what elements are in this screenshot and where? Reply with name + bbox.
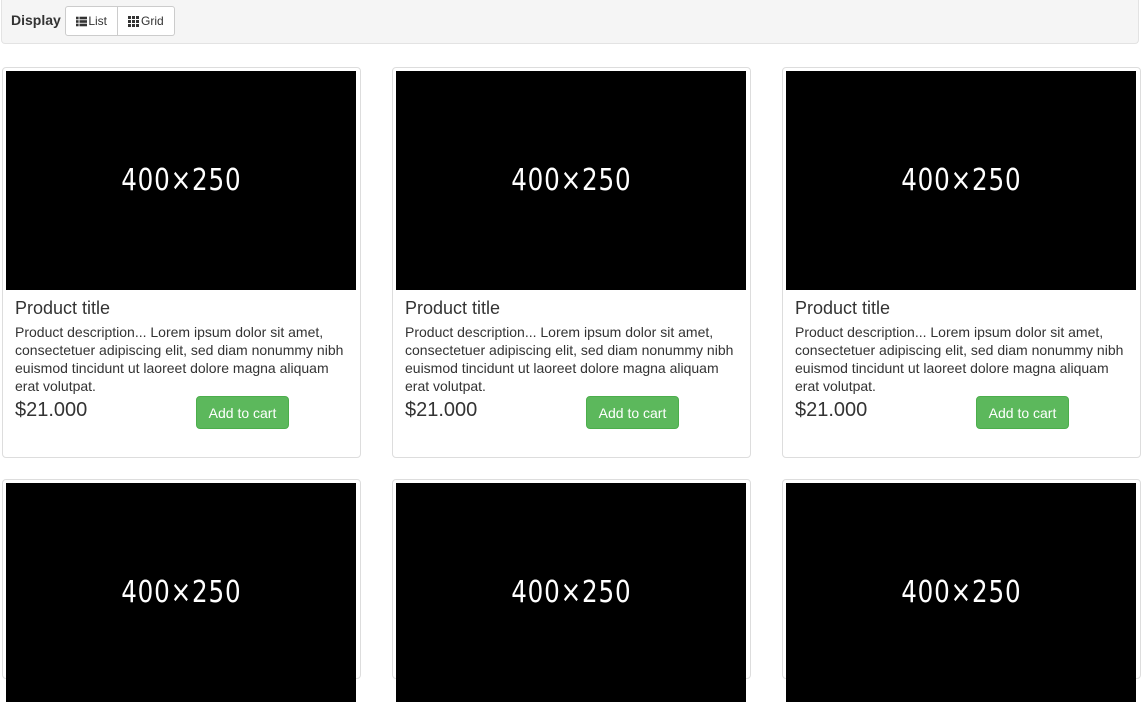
image-placeholder-text: 400×250 [120, 163, 242, 198]
grid-view-label: Grid [141, 14, 164, 28]
product-card: 400×250 Product title Product descriptio… [2, 67, 361, 458]
image-placeholder-text: 400×250 [510, 163, 632, 198]
product-image[interactable]: 400×250 [396, 483, 746, 702]
product-image[interactable]: 400×250 [786, 483, 1136, 702]
product-card: 400×250 Product title Product descriptio… [782, 67, 1141, 458]
add-to-cart-button[interactable]: Add to cart [586, 396, 679, 429]
product-card: 400×250 Product title Product descriptio… [392, 67, 751, 458]
list-icon [76, 16, 88, 26]
view-toggle-group: List Grid [65, 6, 175, 36]
product-description: Product description... Lorem ipsum dolor… [795, 324, 1124, 394]
product-card: 400×250 [782, 479, 1141, 702]
product-price: $21.000 [795, 399, 868, 421]
product-image[interactable]: 400×250 [6, 71, 356, 290]
list-view-label: List [88, 14, 107, 28]
add-to-cart-button[interactable]: Add to cart [196, 396, 289, 429]
display-toolbar: Display List Grid [1, 0, 1139, 44]
product-price: $21.000 [405, 399, 478, 421]
product-description: Product description... Lorem ipsum dolor… [15, 324, 344, 394]
image-placeholder-text: 400×250 [900, 575, 1022, 610]
product-image[interactable]: 400×250 [6, 483, 356, 702]
display-label: Display [11, 12, 61, 28]
image-placeholder-text: 400×250 [510, 575, 632, 610]
product-image[interactable]: 400×250 [786, 71, 1136, 290]
image-placeholder-text: 400×250 [120, 575, 242, 610]
product-card: 400×250 [392, 479, 751, 702]
image-placeholder-text: 400×250 [900, 163, 1022, 198]
grid-icon [128, 15, 139, 27]
grid-view-button[interactable]: Grid [118, 6, 175, 36]
product-price: $21.000 [15, 399, 88, 421]
product-description: Product description... Lorem ipsum dolor… [405, 324, 734, 394]
product-title: Product title [405, 298, 501, 318]
product-image[interactable]: 400×250 [396, 71, 746, 290]
product-title: Product title [15, 298, 111, 318]
list-view-button[interactable]: List [65, 6, 118, 36]
product-card: 400×250 [2, 479, 361, 702]
add-to-cart-button[interactable]: Add to cart [976, 396, 1069, 429]
product-title: Product title [795, 298, 891, 318]
